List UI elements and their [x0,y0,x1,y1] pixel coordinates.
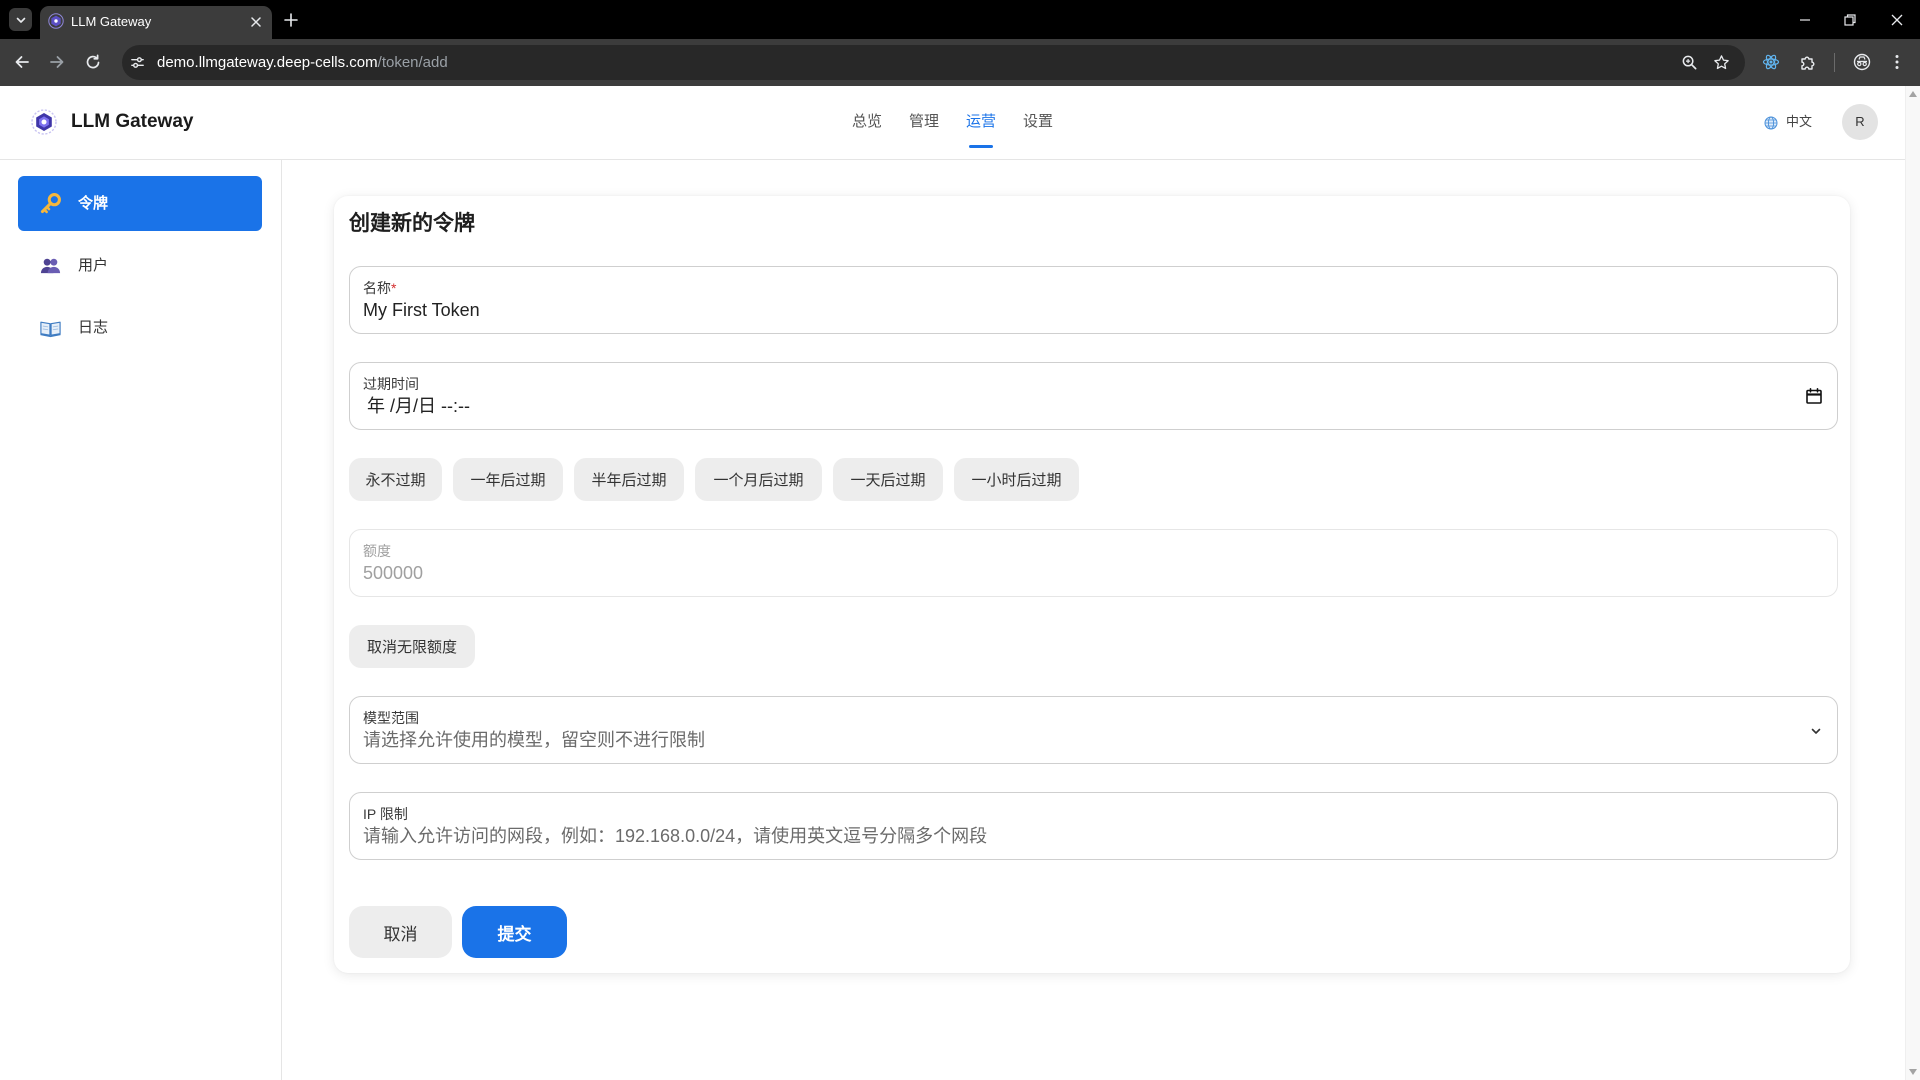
tab-search-button[interactable] [9,8,32,31]
nav-item-settings[interactable]: 设置 [1023,86,1053,159]
app-logo-icon[interactable] [31,109,57,135]
expiry-half-year-button[interactable]: 半年后过期 [574,458,684,501]
sidebar-item-label: 令牌 [78,195,109,212]
new-tab-icon[interactable] [284,13,298,27]
token-name-label: 名称* [363,279,396,297]
site-info-icon[interactable] [129,54,146,71]
token-name-label-text: 名称 [363,280,391,296]
bookmark-star-icon[interactable] [1713,54,1730,71]
model-scope-label: 模型范围 [363,710,419,726]
expiry-time-label: 过期时间 [363,376,419,392]
extensions-puzzle-icon[interactable] [1799,53,1817,71]
back-icon[interactable] [13,53,31,71]
toolbar-divider [1834,53,1835,72]
browser-toolbar: demo.llmgateway.deep-cells.com/token/add [0,39,1920,86]
token-name-field[interactable]: 名称* [349,266,1838,334]
model-scope-placeholder: 请选择允许使用的模型，留空则不进行限制 [363,730,705,750]
minimize-window-icon[interactable] [1798,13,1812,27]
browser-tab-strip: LLM Gateway [0,0,1920,39]
cancel-button[interactable]: 取消 [349,906,452,958]
scroll-up-arrow-icon[interactable] [1908,90,1918,98]
nav-item-operations[interactable]: 运营 [966,86,996,159]
users-icon [40,258,61,274]
cancel-unlimited-quota-button[interactable]: 取消无限额度 [349,625,475,668]
expiry-preset-buttons: 永不过期 一年后过期 半年后过期 一个月后过期 一天后过期 一小时后过期 [349,458,1850,501]
sidebar-item-users[interactable]: 用户 [18,238,262,293]
ip-limit-label: IP 限制 [363,806,408,822]
language-label: 中文 [1786,114,1813,129]
sidebar-item-label: 日志 [78,319,109,336]
submit-button[interactable]: 提交 [462,906,567,958]
nav-item-manage[interactable]: 管理 [909,86,939,159]
address-bar[interactable]: demo.llmgateway.deep-cells.com/token/add [122,45,1745,80]
key-icon [40,193,61,214]
ip-limit-input[interactable] [363,824,1783,848]
page-title: 创建新的令牌 [349,212,475,235]
expiry-one-year-button[interactable]: 一年后过期 [453,458,563,501]
react-devtools-extension-icon[interactable] [1762,53,1780,71]
user-avatar[interactable]: R [1842,104,1878,140]
book-icon [40,321,61,338]
globe-icon [1764,116,1778,130]
model-scope-select[interactable]: 模型范围 请选择允许使用的模型，留空则不进行限制 [349,696,1838,764]
top-nav: 总览 管理 运营 设置 [852,86,1053,159]
url-path: /token/add [377,54,448,71]
sidebar-item-label: 用户 [78,257,109,274]
expiry-one-day-button[interactable]: 一天后过期 [833,458,943,501]
expiry-one-month-button[interactable]: 一个月后过期 [695,458,822,501]
browser-menu-icon[interactable] [1888,53,1906,71]
expiry-time-field[interactable]: 过期时间 年 /月/日 --:-- [349,362,1838,430]
profile-icon[interactable] [1853,53,1871,71]
url-host: demo.llmgateway.deep-cells.com [157,54,378,71]
form-actions: 取消 提交 [349,906,1850,958]
token-name-input[interactable] [363,298,1783,322]
sidebar-item-tokens[interactable]: 令牌 [18,176,262,231]
app-name[interactable]: LLM Gateway [71,86,193,158]
scroll-down-arrow-icon[interactable] [1908,1068,1918,1076]
ip-limit-field[interactable]: IP 限制 [349,792,1838,860]
restore-window-icon[interactable] [1843,13,1857,27]
app-header: LLM Gateway 总览 管理 运营 设置 中文 R [0,86,1905,160]
expiry-never-button[interactable]: 永不过期 [349,458,442,501]
quota-input [363,561,1783,585]
reload-icon[interactable] [84,53,102,71]
calendar-icon[interactable] [1805,387,1823,405]
tab-title: LLM Gateway [71,14,152,29]
chevron-down-icon [16,17,25,23]
quota-field: 额度 [349,529,1838,597]
create-token-card: 创建新的令牌 名称* 过期时间 年 /月/日 --:-- 永不过期 一年后过期 … [334,196,1850,973]
sidebar: 令牌 用户 日志 [0,160,282,1080]
browser-tab-active[interactable]: LLM Gateway [40,6,272,39]
app-favicon-icon [48,13,64,29]
forward-icon[interactable] [48,53,66,71]
quota-label: 额度 [363,543,391,559]
close-tab-icon[interactable] [250,16,262,28]
page-scrollbar[interactable] [1905,86,1920,1080]
sidebar-item-logs[interactable]: 日志 [18,300,262,355]
close-window-icon[interactable] [1890,13,1904,27]
zoom-icon[interactable] [1681,54,1698,71]
language-switcher[interactable]: 中文 [1764,86,1824,158]
required-mark: * [391,280,397,296]
expiry-one-hour-button[interactable]: 一小时后过期 [954,458,1079,501]
expiry-time-input[interactable]: 年 /月/日 --:-- [367,394,470,418]
chevron-down-icon[interactable] [1810,725,1822,737]
url-text[interactable]: demo.llmgateway.deep-cells.com/token/add [157,45,448,80]
nav-item-overview[interactable]: 总览 [852,86,882,159]
